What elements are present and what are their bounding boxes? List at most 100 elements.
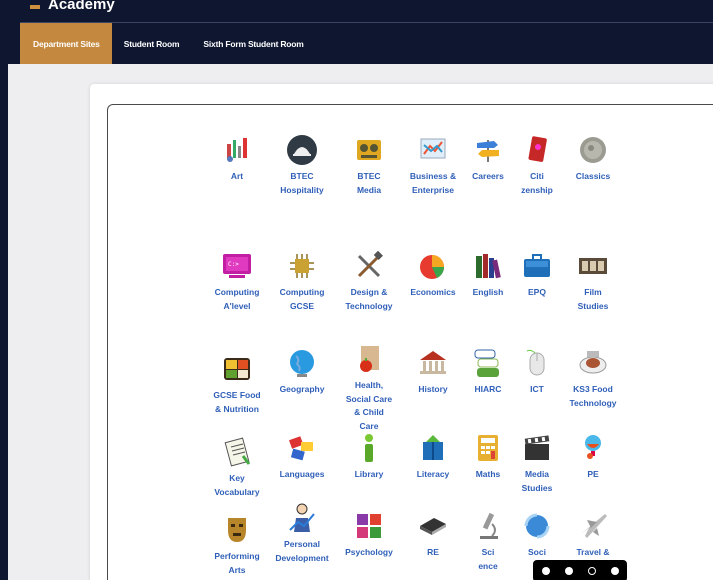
film-reel-icon xyxy=(352,134,386,166)
department-tile-classics[interactable]: Classics xyxy=(562,134,624,184)
department-tile-citi-zenship[interactable]: Citi zenship xyxy=(506,134,568,197)
department-tile-library[interactable]: Library xyxy=(338,432,400,482)
puzzle-blocks-icon xyxy=(352,510,386,542)
department-label: Media Studies xyxy=(521,469,553,493)
clapperboard-icon xyxy=(520,432,554,464)
carousel-dot-2[interactable] xyxy=(564,567,573,575)
nav-department-sites[interactable]: Department Sites xyxy=(20,23,112,64)
dinner-plate-icon xyxy=(576,347,610,379)
department-tile-btec-hospitality[interactable]: BTEC Hospitality xyxy=(271,134,333,197)
department-tile-languages[interactable]: Languages xyxy=(271,432,333,482)
department-tile-health-social-care-child-care[interactable]: Health, Social Care & Child Care xyxy=(338,343,400,433)
department-label: Languages xyxy=(279,469,325,479)
department-tile-ks3-food-technology[interactable]: KS3 Food Technology xyxy=(562,347,624,410)
department-label: Performing Arts xyxy=(214,551,260,575)
mouse-icon xyxy=(520,347,554,379)
department-label: Personal Development xyxy=(275,539,329,563)
film-strip-icon xyxy=(576,250,610,282)
department-tile-soci[interactable]: Soci xyxy=(506,510,568,560)
books-icon xyxy=(471,250,505,282)
department-label: Art xyxy=(230,171,244,181)
department-label: Geography xyxy=(279,384,325,394)
department-tile-history[interactable]: History xyxy=(402,347,464,397)
department-tile-travel[interactable]: Travel & xyxy=(562,510,624,560)
chart-board-icon xyxy=(416,134,450,166)
department-tile-computing-gcse[interactable]: Computing GCSE xyxy=(271,250,333,313)
department-label: Sci ence xyxy=(478,547,498,571)
nav-student-room[interactable]: Student Room xyxy=(112,23,192,64)
carousel-dot-3[interactable] xyxy=(587,567,596,575)
flags-icon xyxy=(285,432,319,464)
department-tile-computing-a-level[interactable]: C:> Computing A'level xyxy=(206,250,268,313)
department-tile-film-studies[interactable]: Film Studies xyxy=(562,250,624,313)
department-label: History xyxy=(418,384,448,394)
airplane-icon xyxy=(576,510,610,542)
department-tile-design-technology[interactable]: Design & Technology xyxy=(338,250,400,313)
department-label: Film Studies xyxy=(577,287,609,311)
department-label: Computing GCSE xyxy=(279,287,325,311)
department-tile-ict[interactable]: ICT xyxy=(506,347,568,397)
globe-arrows-icon xyxy=(520,510,554,542)
department-label: Economics xyxy=(410,287,456,297)
department-label: Classics xyxy=(575,171,611,181)
department-label: Business & Enterprise xyxy=(409,171,457,195)
department-label: EPQ xyxy=(528,287,546,297)
info-icon xyxy=(352,432,386,464)
coin-icon xyxy=(576,134,610,166)
department-label: Travel & xyxy=(576,547,610,557)
carousel-dot-4[interactable] xyxy=(610,567,619,575)
svg-text:C:>: C:> xyxy=(228,261,239,268)
department-label: English xyxy=(472,287,504,297)
department-tile-psychology[interactable]: Psychology xyxy=(338,510,400,560)
department-tile-btec-media[interactable]: BTEC Media xyxy=(338,134,400,197)
briefcase-icon xyxy=(520,250,554,282)
bento-box-icon xyxy=(220,353,254,385)
bible-icon xyxy=(416,510,450,542)
pie-chart-icon xyxy=(416,250,450,282)
department-label: Key Vocabulary xyxy=(214,473,260,497)
department-tile-media-studies[interactable]: Media Studies xyxy=(506,432,568,495)
globe-icon xyxy=(285,347,319,379)
calculator-icon xyxy=(471,432,505,464)
department-label: Health, Social Care & Child Care xyxy=(345,380,393,431)
department-label: PE xyxy=(587,469,599,479)
top-nav: Department Sites Student Room Sixth Form… xyxy=(20,23,316,64)
carousel-dot-1[interactable] xyxy=(541,567,550,575)
department-tile-re[interactable]: RE xyxy=(402,510,464,560)
person-chart-icon xyxy=(285,502,319,534)
library-books-icon xyxy=(416,432,450,464)
microscope-icon xyxy=(471,510,505,542)
department-tile-epq[interactable]: EPQ xyxy=(506,250,568,300)
department-label: HIARC xyxy=(474,384,502,394)
department-label: Design & Technology xyxy=(345,287,393,311)
department-tile-economics[interactable]: Economics xyxy=(402,250,464,300)
signpost-icon xyxy=(471,134,505,166)
department-label: BTEC Hospitality xyxy=(280,171,324,195)
department-tile-gcse-food-nutrition[interactable]: GCSE Food & Nutrition xyxy=(206,353,268,416)
passport-icon xyxy=(520,134,554,166)
terminal-icon: C:> xyxy=(220,250,254,282)
department-tile-business-enterprise[interactable]: Business & Enterprise xyxy=(402,134,464,197)
theatre-mask-icon xyxy=(220,514,254,546)
department-tile-key-vocabulary[interactable]: Key Vocabulary xyxy=(206,436,268,499)
department-tile-personal-development[interactable]: Personal Development xyxy=(271,502,333,565)
department-tile-pe[interactable]: PE xyxy=(562,432,624,482)
department-tile-performing-arts[interactable]: Performing Arts xyxy=(206,514,268,577)
brand[interactable]: Academy xyxy=(30,0,115,14)
tools-icon xyxy=(352,250,386,282)
chip-icon xyxy=(285,250,319,282)
notepad-icon xyxy=(220,436,254,468)
department-label: Maths xyxy=(475,469,501,479)
department-label: Literacy xyxy=(416,469,450,479)
nav-sixth-form-student-room[interactable]: Sixth Form Student Room xyxy=(191,23,315,64)
department-label: Computing A'level xyxy=(214,287,260,311)
department-label: BTEC Media xyxy=(356,171,382,195)
department-label: Soci xyxy=(528,547,546,557)
apple-bag-icon xyxy=(352,343,386,375)
palette-icon xyxy=(220,134,254,166)
department-tile-art[interactable]: Art xyxy=(206,134,268,184)
department-tile-literacy[interactable]: Literacy xyxy=(402,432,464,482)
department-label: Psychology xyxy=(345,547,393,557)
trophy-icon xyxy=(576,432,610,464)
department-tile-geography[interactable]: Geography xyxy=(271,347,333,397)
